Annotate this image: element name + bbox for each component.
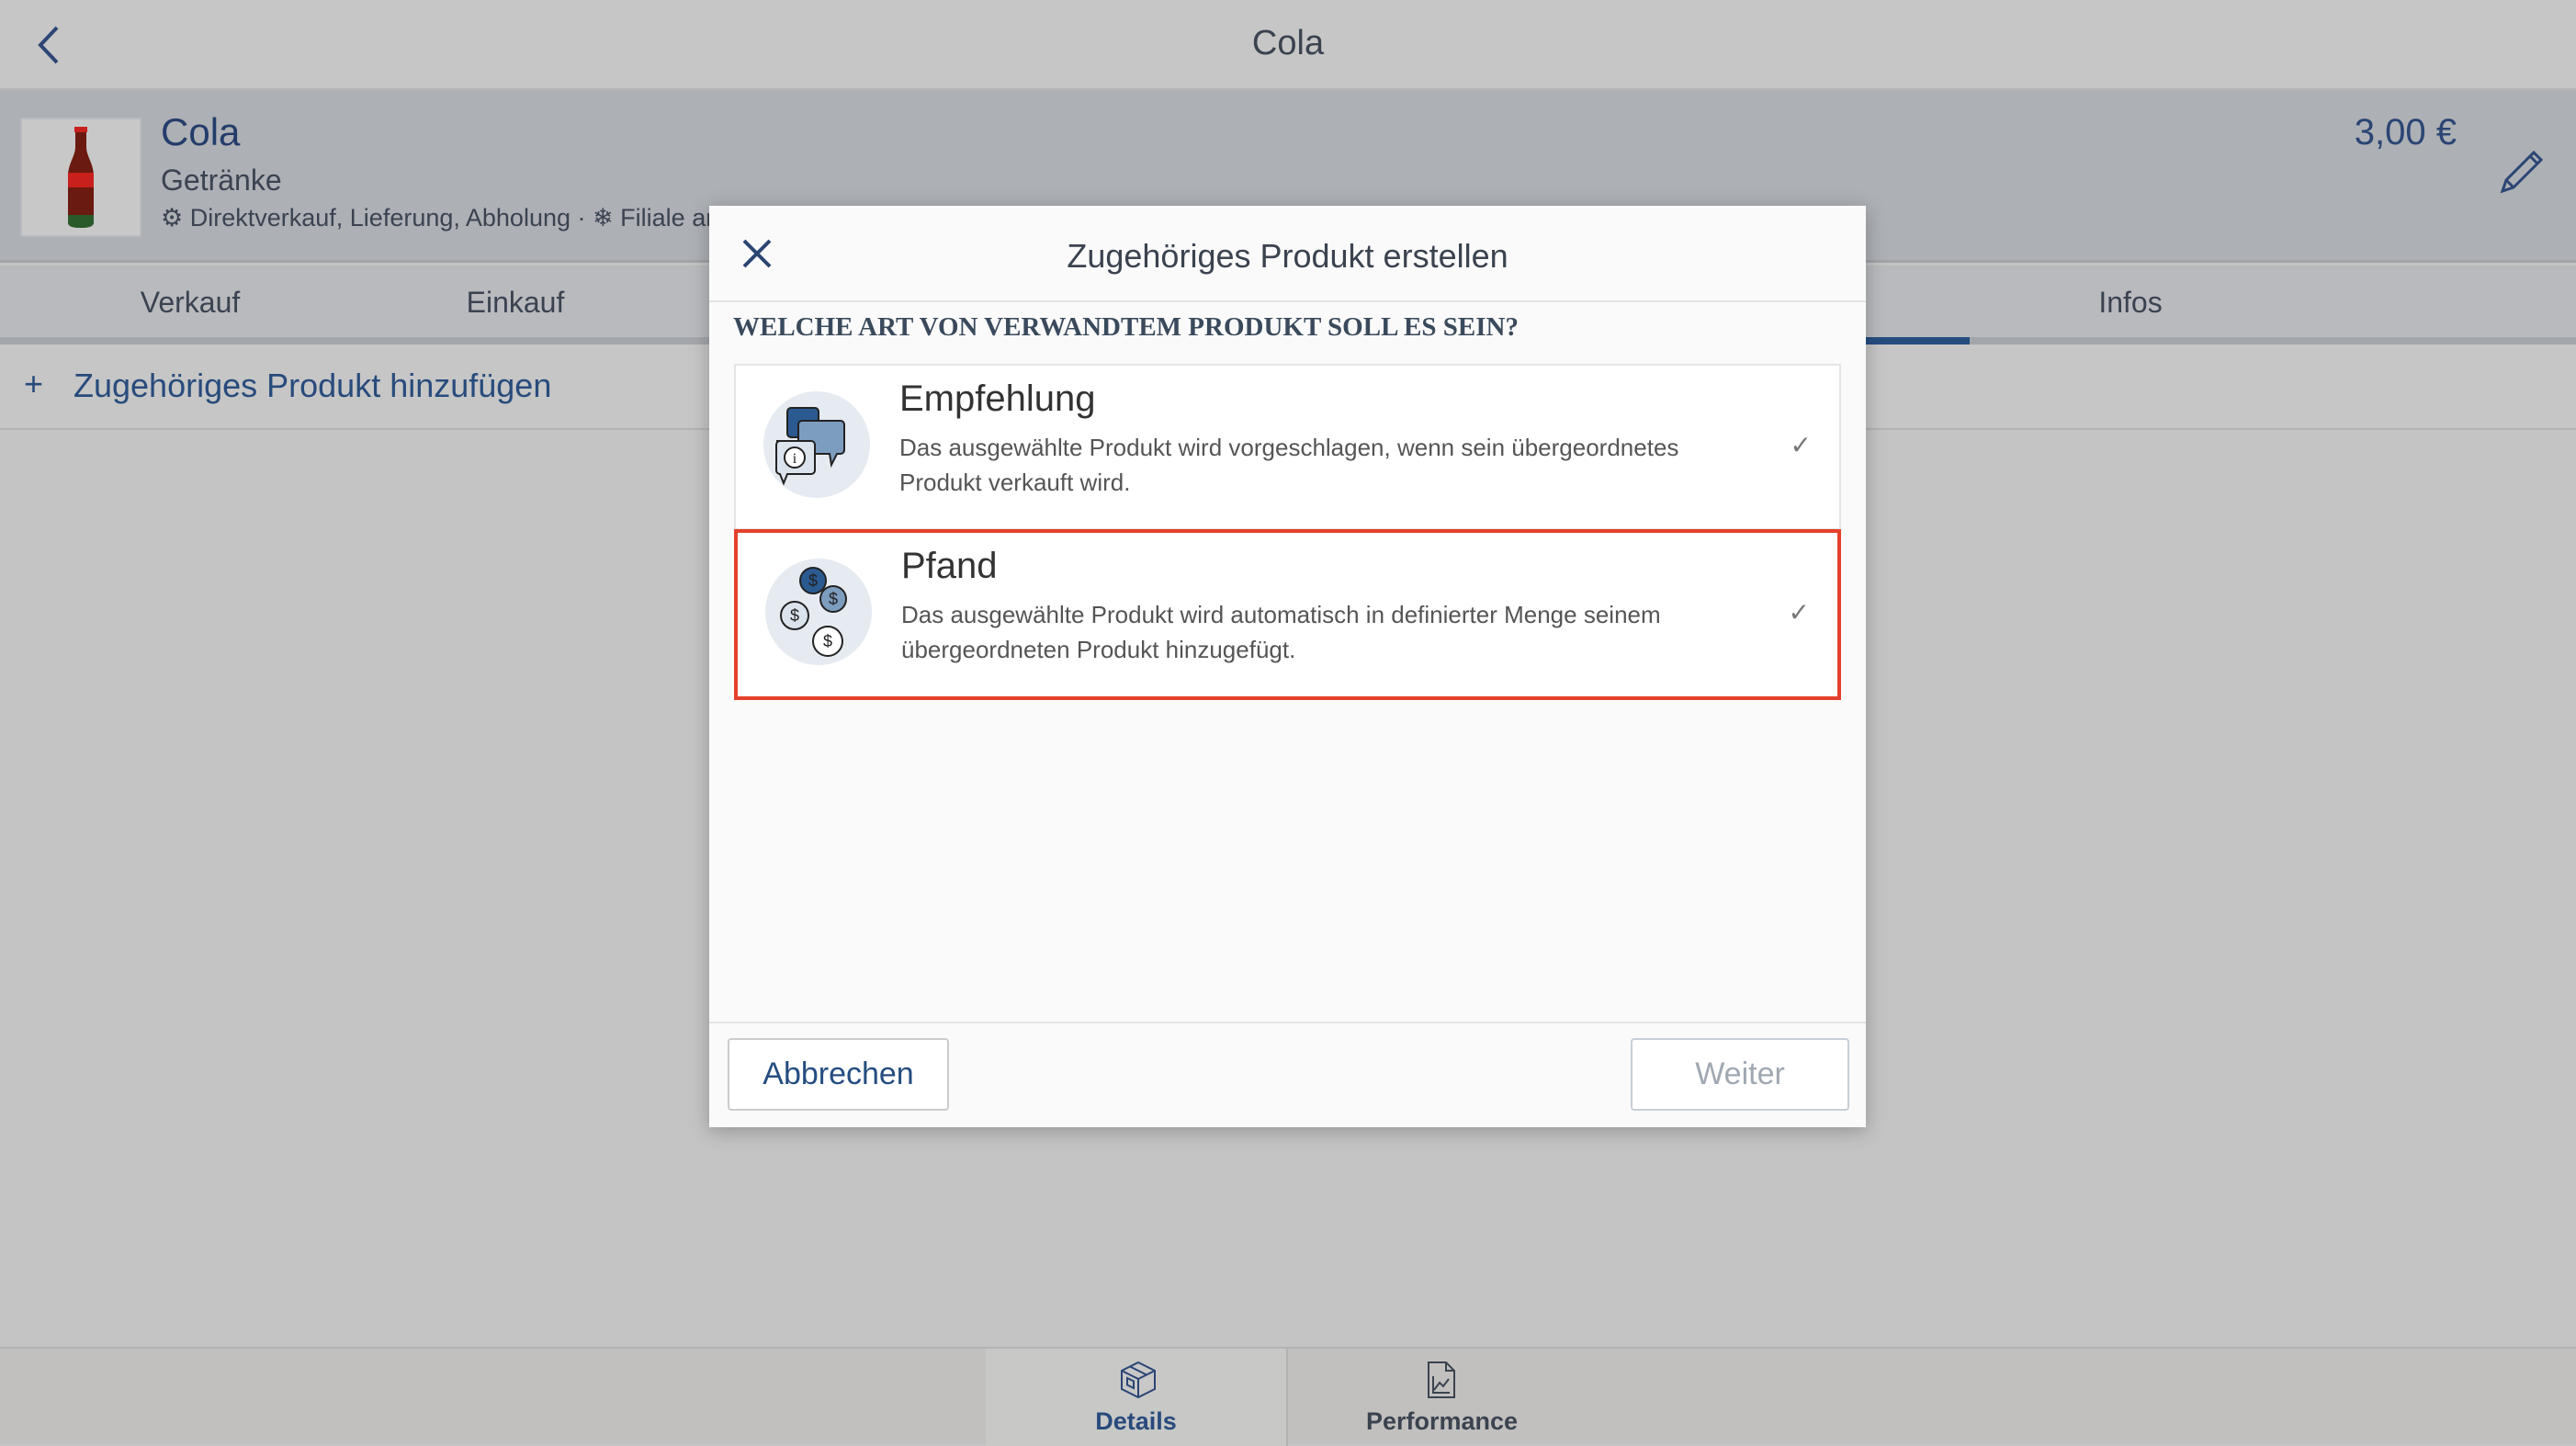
dialog-question: WELCHE ART VON VERWANDTEM PRODUKT SOLL E…	[733, 312, 1519, 342]
page-title: Cola	[1251, 24, 1325, 62]
check-icon: ✓	[1790, 431, 1812, 459]
branches: Filiale an	[620, 204, 720, 232]
svg-text:$: $	[829, 590, 838, 608]
sales-channels: Direktverkauf, Lieferung, Abholung	[189, 204, 571, 232]
dialog-header: Zugehöriges Produkt erstellen	[709, 206, 1866, 302]
product-meta: ⚙ Direktverkauf, Lieferung, Abholung · ❄…	[161, 204, 719, 232]
product-category: Getränke	[161, 164, 282, 197]
top-bar: Cola	[0, 0, 2576, 90]
option-empfehlung[interactable]: i Empfehlung Das ausgewählte Produkt wir…	[734, 364, 1841, 530]
pencil-icon[interactable]	[2493, 145, 2548, 200]
create-related-product-dialog: Zugehöriges Produkt erstellen WELCHE ART…	[709, 206, 1866, 1127]
add-related-label: Zugehöriges Produkt hinzufügen	[73, 367, 552, 404]
meta-separator: ·	[577, 204, 586, 232]
option-description: Das ausgewählte Produkt wird vorgeschlag…	[899, 434, 1679, 496]
footer-divider	[709, 1022, 1866, 1023]
option-pfand[interactable]: $ $ $ $ Pfand Das ausgewählte Produkt wird …	[734, 529, 1841, 700]
coins-icon: $ $ $ $	[765, 559, 872, 665]
bottom-tab-performance[interactable]: Performance	[1288, 1349, 1596, 1446]
svg-text:$: $	[823, 632, 832, 650]
product-image	[20, 118, 141, 237]
report-chart-icon	[1428, 1361, 1455, 1398]
branch-network-icon: ❄	[593, 204, 614, 232]
svg-text:$: $	[808, 571, 818, 590]
product-price: 3,00 €	[2354, 112, 2457, 153]
bottom-tab-details[interactable]: Details	[986, 1349, 1288, 1446]
tab-infos[interactable]: Infos	[2098, 286, 2162, 320]
option-description: Das ausgewählte Produkt wird automatisch…	[901, 601, 1661, 663]
product-name: Cola	[161, 110, 241, 153]
performance-label: Performance	[1365, 1407, 1519, 1435]
sales-channel-icon: ⚙	[161, 204, 184, 232]
option-title: Pfand	[901, 546, 998, 586]
tab-verkauf[interactable]: Verkauf	[141, 286, 241, 320]
tab-einkauf[interactable]: Einkauf	[467, 286, 565, 320]
box-icon	[1121, 1361, 1156, 1399]
svg-text:i: i	[793, 451, 797, 467]
bottom-tab-bar: Details Performance	[0, 1347, 2576, 1446]
next-button[interactable]: Weiter	[1631, 1038, 1849, 1111]
details-label: Details	[1095, 1407, 1177, 1435]
svg-text:$: $	[790, 606, 799, 625]
cola-bottle-icon	[68, 127, 94, 228]
option-title: Empfehlung	[899, 378, 1096, 419]
speech-bubbles-info-icon: i	[763, 391, 870, 498]
plus-icon: +	[24, 365, 44, 402]
check-icon: ✓	[1788, 598, 1810, 627]
dialog-title: Zugehöriges Produkt erstellen	[1067, 237, 1508, 275]
cancel-button[interactable]: Abbrechen	[728, 1038, 949, 1111]
